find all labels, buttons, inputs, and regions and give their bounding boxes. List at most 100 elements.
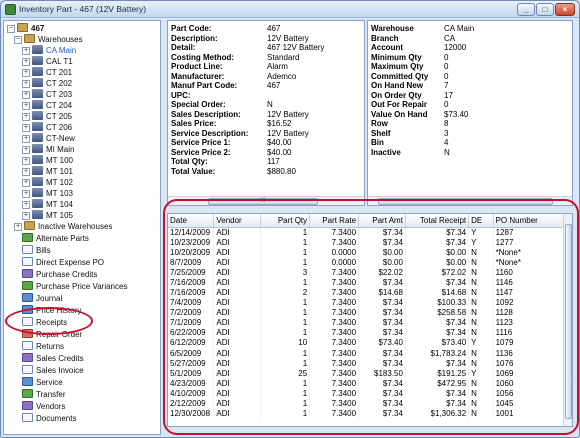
column-header[interactable]: PO Number bbox=[493, 214, 565, 228]
tree-warehouse-item[interactable]: + MT 101 bbox=[22, 166, 73, 177]
column-header[interactable]: Part Qty bbox=[260, 214, 311, 228]
receipts-vscrollbar[interactable] bbox=[563, 214, 572, 426]
column-header[interactable]: Part Amt bbox=[358, 214, 406, 228]
tree-item[interactable]: Journal bbox=[22, 293, 62, 304]
table-row[interactable]: 10/20/2009 ADI 1 0.0000 $0.00 $0.00 N *None* bbox=[168, 247, 565, 258]
tree-warehouse-item[interactable]: + MT 103 bbox=[22, 188, 73, 199]
tree-item[interactable]: Vendors bbox=[22, 401, 65, 412]
expand-icon[interactable]: + bbox=[22, 157, 30, 165]
expand-icon[interactable]: + bbox=[22, 135, 30, 143]
expand-icon[interactable]: + bbox=[22, 91, 30, 99]
tree-warehouse-item[interactable]: + MT 105 bbox=[22, 210, 73, 221]
tree-item[interactable]: Documents bbox=[22, 413, 76, 424]
detail-value: $16.52 bbox=[267, 119, 292, 128]
expand-icon[interactable]: + bbox=[22, 113, 30, 121]
receipts-grid[interactable]: Date Vendor Part Qty Part Rate Part Amt Total… bbox=[167, 213, 573, 427]
tree-warehouses[interactable]: − Warehouses bbox=[14, 34, 83, 45]
collapse-icon[interactable]: − bbox=[14, 36, 22, 44]
expand-icon[interactable]: + bbox=[14, 223, 22, 231]
folder-icon bbox=[24, 34, 35, 43]
close-button[interactable]: × bbox=[555, 3, 575, 16]
tree-item[interactable]: Receipts bbox=[22, 317, 67, 328]
tree-warehouse-item[interactable]: + MT 100 bbox=[22, 155, 73, 166]
tree-item[interactable]: Transfer bbox=[22, 389, 66, 400]
expand-icon[interactable]: + bbox=[22, 47, 30, 55]
table-cell: Y bbox=[468, 237, 494, 248]
tree-warehouse-item[interactable]: + CT 203 bbox=[22, 89, 72, 100]
column-header[interactable]: Date bbox=[168, 214, 215, 228]
table-cell: N bbox=[468, 308, 494, 319]
table-row[interactable]: 7/2/2009 ADI 1 7.3400 $7.34 $258.58 N 1128 bbox=[168, 308, 565, 319]
column-header[interactable]: Part Rate bbox=[309, 214, 360, 228]
table-row[interactable]: 12/30/2008 ADI 1 7.3400 $7.34 $1,306.32 N 1001 bbox=[168, 409, 565, 420]
tree-item[interactable]: Purchase Credits bbox=[22, 269, 97, 280]
maximize-button[interactable]: □ bbox=[536, 3, 554, 16]
table-row[interactable]: 7/25/2009 ADI 3 7.3400 $22.02 $72.02 N 1160 bbox=[168, 267, 565, 278]
tree-warehouse-item[interactable]: + CT 202 bbox=[22, 78, 72, 89]
tree-item[interactable]: Alternate Parts bbox=[22, 233, 89, 244]
warehouse-hscrollbar[interactable] bbox=[368, 196, 572, 205]
table-row[interactable]: 8/7/2009 ADI 1 0.0000 $0.00 $0.00 N *None* bbox=[168, 257, 565, 268]
table-row[interactable]: 7/4/2009 ADI 1 7.3400 $7.34 $100.33 N 1092 bbox=[168, 298, 565, 309]
expand-icon[interactable]: + bbox=[22, 201, 30, 209]
scroll-thumb[interactable]: III bbox=[208, 198, 318, 205]
table-row[interactable]: 6/12/2009 ADI 10 7.3400 $73.40 $73.40 Y 1079 bbox=[168, 338, 565, 349]
warehouse-label: Shelf bbox=[371, 128, 391, 138]
expand-icon[interactable]: + bbox=[22, 190, 30, 198]
table-cell: 1160 bbox=[493, 267, 565, 278]
tree-warehouse-item[interactable]: + CT 205 bbox=[22, 111, 72, 122]
tree-warehouse-item[interactable]: + CT 201 bbox=[22, 67, 72, 78]
tree-warehouse-item[interactable]: + MT 104 bbox=[22, 199, 73, 210]
tree-warehouse-item[interactable]: + CA Main bbox=[22, 45, 76, 56]
expand-icon[interactable]: + bbox=[22, 212, 30, 220]
tree-warehouse-item[interactable]: + CT 204 bbox=[22, 100, 72, 111]
tree-item[interactable]: Sales Credits bbox=[22, 353, 84, 364]
table-row[interactable]: 12/14/2009 ADI 1 7.3400 $7.34 $7.34 Y 1287 bbox=[168, 227, 565, 238]
expand-icon[interactable]: + bbox=[22, 58, 30, 66]
table-row[interactable]: 5/1/2009 ADI 25 7.3400 $183.50 $191.25 Y 1069 bbox=[168, 368, 565, 379]
tree-item[interactable]: Sales Invoice bbox=[22, 365, 84, 376]
expand-icon[interactable]: + bbox=[22, 69, 30, 77]
column-header[interactable]: Total Receipt bbox=[405, 214, 470, 228]
tree-item[interactable]: Purchase Price Variances bbox=[22, 281, 127, 292]
table-row[interactable]: 6/5/2009 ADI 1 7.3400 $7.34 $1,783.24 N 1136 bbox=[168, 348, 565, 359]
tree-item[interactable]: Price History bbox=[22, 305, 81, 316]
tree-item[interactable]: Service bbox=[22, 377, 63, 388]
expand-icon[interactable]: + bbox=[22, 179, 30, 187]
tree-warehouse-item[interactable]: + CT 206 bbox=[22, 122, 72, 133]
table-row[interactable]: 7/16/2009 ADI 2 7.3400 $14.68 $14.68 N 1147 bbox=[168, 287, 565, 299]
table-cell: 6/12/2009 bbox=[168, 338, 215, 349]
table-row[interactable]: 4/23/2009 ADI 1 7.3400 $7.34 $472.95 N 1060 bbox=[168, 378, 565, 389]
table-row[interactable]: 2/12/2009 ADI 1 7.3400 $7.34 $7.34 N 1045 bbox=[168, 399, 565, 410]
tree-item[interactable]: Repair Order bbox=[22, 329, 82, 340]
table-row[interactable]: 10/23/2009 ADI 1 7.3400 $7.34 $7.34 Y 1277 bbox=[168, 237, 565, 248]
expand-icon[interactable]: + bbox=[22, 102, 30, 110]
collapse-icon[interactable]: − bbox=[7, 25, 15, 33]
expand-icon[interactable]: + bbox=[22, 168, 30, 176]
tree-warehouse-item[interactable]: + CT-New bbox=[22, 133, 75, 144]
tree-item[interactable]: Direct Expense PO bbox=[22, 257, 104, 268]
navigation-tree[interactable]: −467 − Warehouses + CA Main + CAL T1 + CT 201 +… bbox=[3, 20, 161, 435]
column-header[interactable]: Vendor bbox=[213, 214, 262, 228]
tree-warehouse-item[interactable]: + MT 102 bbox=[22, 177, 73, 188]
details-hscrollbar[interactable]: III bbox=[168, 196, 364, 205]
tree-item[interactable]: Returns bbox=[22, 341, 64, 352]
table-cell: $7.34 bbox=[405, 237, 470, 248]
column-header[interactable]: DE bbox=[468, 214, 494, 228]
tree-warehouse-item[interactable]: + MI Main bbox=[22, 144, 74, 155]
table-row[interactable]: 4/10/2009 ADI 1 7.3400 $7.34 $7.34 N 1056 bbox=[168, 388, 565, 399]
tree-item[interactable]: Bills bbox=[22, 245, 51, 256]
scroll-thumb[interactable] bbox=[378, 198, 553, 205]
expand-icon[interactable]: + bbox=[22, 124, 30, 132]
table-row[interactable]: 7/1/2009 ADI 1 7.3400 $7.34 $7.34 N 1123 bbox=[168, 318, 565, 329]
table-row[interactable]: 6/22/2009 ADI 1 7.3400 $7.34 $7.34 N 1116 bbox=[168, 328, 565, 339]
tree-root[interactable]: −467 bbox=[7, 23, 44, 34]
tree-item[interactable]: + Inactive Warehouses bbox=[14, 221, 112, 232]
scroll-thumb[interactable] bbox=[565, 224, 572, 419]
tree-warehouse-item[interactable]: + CAL T1 bbox=[22, 56, 73, 67]
expand-icon[interactable]: + bbox=[22, 146, 30, 154]
table-row[interactable]: 5/27/2009 ADI 1 7.3400 $7.34 $7.34 N 1076 bbox=[168, 358, 565, 369]
minimize-button[interactable]: _ bbox=[517, 3, 535, 16]
table-row[interactable]: 7/16/2009 ADI 1 7.3400 $7.34 $7.34 N 1146 bbox=[168, 277, 565, 288]
expand-icon[interactable]: + bbox=[22, 80, 30, 88]
